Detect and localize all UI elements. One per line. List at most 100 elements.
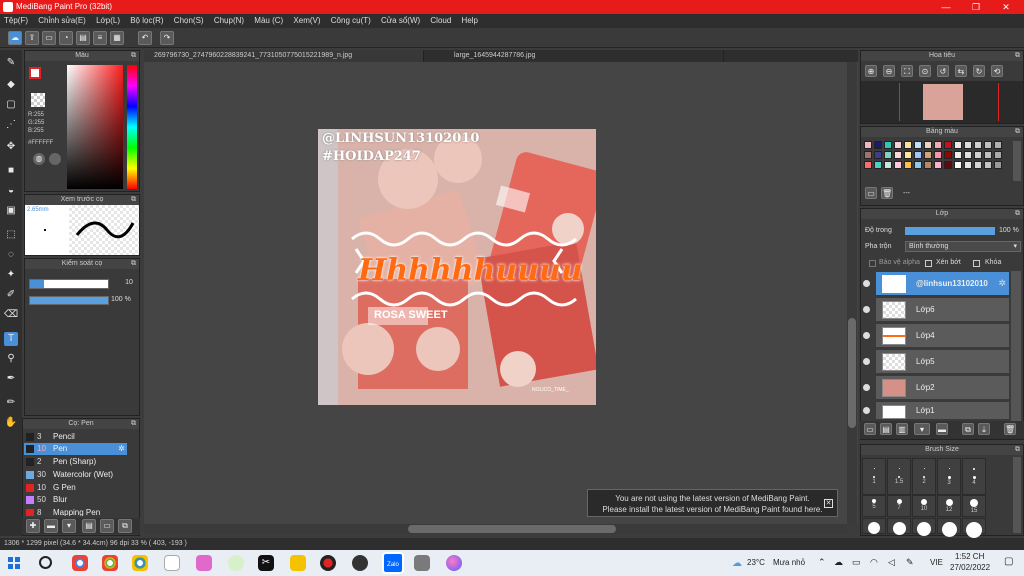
dock-icon[interactable]: ⧉ [131, 51, 136, 61]
palette-scrollbar[interactable] [1013, 141, 1021, 181]
brush-size-value[interactable]: 10 [119, 279, 139, 289]
vertical-scrollbar[interactable] [847, 62, 857, 524]
palette-swatch[interactable] [874, 151, 882, 159]
palette-swatch[interactable] [964, 161, 972, 169]
layer-row-selected[interactable]: @linhsun13102010 ✲ [863, 272, 1009, 296]
zoom-in-icon[interactable]: ⊕ [865, 65, 877, 77]
divide-tool-icon[interactable]: ⚲ [4, 352, 18, 366]
protect-alpha-checkbox[interactable] [869, 260, 876, 267]
menu-select[interactable]: Chọn(S) [170, 14, 208, 28]
cloud-icon[interactable]: ☁ [8, 31, 22, 45]
brush-size-cell[interactable]: 12 [937, 495, 961, 517]
minimize-button[interactable]: — [932, 0, 960, 14]
windows-start-icon[interactable] [8, 557, 20, 569]
palette-swatch[interactable] [944, 141, 952, 149]
dock-icon[interactable]: ⧉ [131, 195, 136, 205]
palette-swatch[interactable] [884, 161, 892, 169]
brush-size-cell[interactable] [887, 518, 911, 535]
maximize-button[interactable]: ❐ [962, 0, 990, 14]
menu-filter[interactable]: Bộ lọc(R) [126, 14, 167, 28]
layer-row[interactable]: Lớp4 [863, 324, 1009, 348]
flip-icon[interactable]: ⇆ [955, 65, 967, 77]
layer-opacity-slider[interactable] [905, 227, 995, 235]
cloud-icon[interactable]: ☁ [834, 557, 843, 568]
undo-icon[interactable]: ↶ [138, 31, 152, 45]
eye-icon[interactable] [863, 332, 870, 339]
palette-swatch[interactable] [954, 141, 962, 149]
menu-window[interactable]: Cửa sổ(W) [377, 14, 424, 28]
palette-swatch[interactable] [904, 141, 912, 149]
palette-more[interactable]: --- [903, 190, 910, 197]
folder-open-icon[interactable]: ▭ [100, 519, 114, 533]
actual-size-icon[interactable]: ⊙ [919, 65, 931, 77]
palette-swatch[interactable] [984, 161, 992, 169]
layer-scrollbar[interactable] [1011, 271, 1021, 421]
eye-icon[interactable] [863, 407, 870, 414]
add-layer-menu-icon[interactable]: ▾ [914, 423, 930, 435]
fit-icon[interactable]: ⛶ [901, 65, 913, 77]
palette-swatch[interactable] [934, 151, 942, 159]
file-explorer-icon[interactable] [290, 555, 306, 571]
folder-icon[interactable]: ▬ [44, 519, 58, 533]
palette-swatch[interactable] [994, 141, 1002, 149]
game-icon[interactable] [196, 555, 212, 571]
palette-swatch[interactable] [884, 141, 892, 149]
palette-swatch[interactable] [894, 161, 902, 169]
add-brush-icon[interactable]: ✚ [26, 519, 40, 533]
brush-size-cell[interactable]: 1 [862, 473, 886, 495]
eye-icon[interactable] [863, 306, 870, 313]
lasso-tool-icon[interactable]: ◌ [4, 248, 18, 262]
transparent-color[interactable] [31, 93, 45, 107]
copy-icon[interactable]: ▤ [82, 519, 96, 533]
reset-icon[interactable]: ⟲ [991, 65, 1003, 77]
menu-tools[interactable]: Công cụ(T) [327, 14, 375, 28]
navigator-preview[interactable] [861, 81, 1023, 123]
palette-swatch[interactable] [964, 141, 972, 149]
chevron-up-icon[interactable]: ⌃ [818, 557, 826, 568]
gear-icon[interactable]: ✲ [118, 443, 125, 455]
duplicate-icon[interactable]: ⧉ [118, 519, 132, 533]
brush-size-cell[interactable]: 10 [912, 495, 936, 517]
palette-swatch[interactable] [974, 151, 982, 159]
menu-help[interactable]: Help [458, 14, 482, 28]
dock-icon[interactable]: ⧉ [1015, 445, 1020, 455]
palette-swatch[interactable] [964, 151, 972, 159]
layer-row[interactable]: Lớp5 [863, 350, 1009, 374]
language-indicator[interactable]: VIE [930, 558, 943, 567]
redo-icon[interactable]: ↷ [160, 31, 174, 45]
tab-document-2[interactable]: large_1645944287786.jpg [444, 50, 724, 62]
brush-item[interactable]: 3 Pencil [24, 431, 127, 443]
bucket-tool-icon[interactable]: ◒ [4, 184, 18, 198]
gradient-tool-icon[interactable]: ▣ [4, 204, 18, 218]
eye-icon[interactable] [863, 280, 870, 287]
brush-item[interactable]: 8 Mapping Pen [24, 507, 127, 516]
temperature[interactable]: 23°C [747, 558, 765, 567]
color-wheel-icon[interactable] [49, 153, 61, 165]
layer-row[interactable]: Lớp6 [863, 298, 1009, 322]
volume-icon[interactable]: ◁ [888, 557, 895, 568]
palette-swatch[interactable] [934, 161, 942, 169]
palette-swatch[interactable] [954, 161, 962, 169]
panel-icon[interactable]: ▤ [76, 31, 90, 45]
brush-item[interactable]: 50 Blur [24, 494, 127, 506]
comment-icon[interactable]: ▭ [42, 31, 56, 45]
dock-icon[interactable]: ⧉ [131, 259, 136, 269]
move-tool-icon[interactable]: ✥ [4, 140, 18, 154]
dot-tool-icon[interactable]: ⋰ [4, 118, 18, 132]
brush-item-selected[interactable]: 10 Pen ✲ [24, 443, 127, 455]
palette-icon[interactable]: ◍ [33, 153, 45, 165]
palette-swatch[interactable] [864, 161, 872, 169]
close-button[interactable]: ✕ [992, 0, 1020, 14]
dock-icon[interactable]: ⧉ [131, 419, 136, 429]
search-icon[interactable] [39, 556, 52, 569]
palette-swatch[interactable] [904, 151, 912, 159]
spin-app-icon[interactable] [228, 555, 244, 571]
delete-palette-icon[interactable]: 🗑 [881, 187, 893, 199]
medibang-icon[interactable] [352, 555, 368, 571]
rotate-left-icon[interactable]: ↺ [937, 65, 949, 77]
menu-edit[interactable]: Chỉnh sửa(E) [34, 14, 90, 28]
palette-swatch[interactable] [914, 141, 922, 149]
chrome-active-icon[interactable] [132, 555, 148, 571]
palette-swatch[interactable] [894, 151, 902, 159]
capcut-icon[interactable]: ✂ [258, 555, 274, 571]
